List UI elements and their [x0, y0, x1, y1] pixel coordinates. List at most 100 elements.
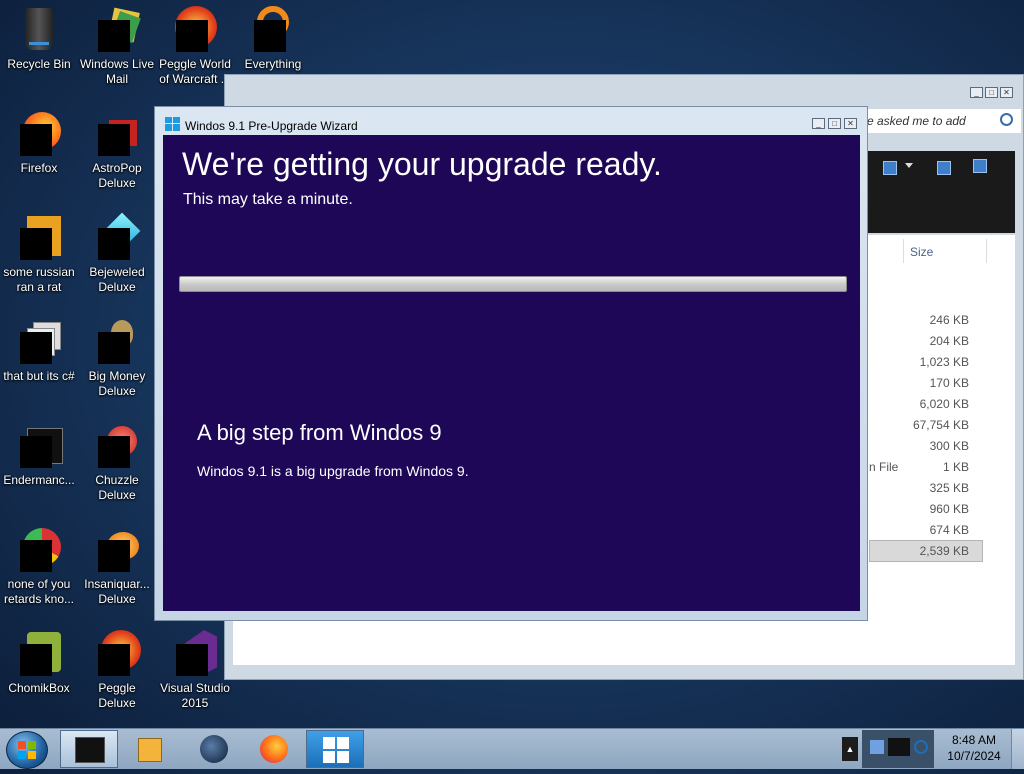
peggle-icon — [171, 6, 219, 54]
recycle-bin-icon — [15, 6, 63, 54]
window-title: Windos 9.1 Pre-Upgrade Wizard — [185, 119, 358, 133]
wizard-window-controls: _ □ ✕ — [812, 118, 857, 129]
desktop-icon-label: Chuzzle Deluxe — [95, 473, 139, 502]
globe-icon — [200, 735, 228, 763]
minimize-button[interactable]: _ — [970, 87, 983, 98]
desktop-icon-that-but-its-csharp[interactable]: that but its c# — [0, 318, 78, 384]
file-size: 6,020 KB — [919, 397, 969, 411]
firefox-icon — [260, 735, 288, 763]
firefox-icon — [15, 110, 63, 158]
column-header-size[interactable]: Size — [903, 239, 987, 263]
file-size: 325 KB — [929, 481, 969, 495]
close-button[interactable]: ✕ — [844, 118, 857, 129]
system-clock[interactable]: 8:48 AM 10/7/2024 — [940, 732, 1008, 764]
desktop-icon-peggle-wow[interactable]: Peggle World of Warcraft ... — [156, 6, 234, 87]
file-size: 960 KB — [929, 502, 969, 516]
money-bag-icon — [93, 318, 141, 366]
step-heading: A big step from Windos 9 — [197, 420, 442, 445]
desktop-icon-label: AstroPop Deluxe — [92, 161, 142, 190]
view-icon[interactable] — [883, 161, 897, 175]
progress-bar — [179, 276, 847, 292]
desktop-icon-recycle-bin[interactable]: Recycle Bin — [0, 6, 78, 72]
desktop-icon-astropop[interactable]: AstroPop Deluxe — [78, 110, 156, 191]
desktop-icon-firefox[interactable]: Firefox — [0, 110, 78, 176]
upgrade-wizard-window[interactable]: Windos 9.1 Pre-Upgrade Wizard _ □ ✕ We'r… — [154, 106, 868, 621]
desktop-icon-insaniquarium[interactable]: Insaniquar... Deluxe — [78, 526, 156, 607]
tray-app-icon[interactable] — [888, 738, 910, 756]
clock-time: 8:48 AM — [951, 733, 997, 747]
desktop-icon-visual-studio[interactable]: Visual Studio 2015 — [156, 630, 234, 711]
gem-icon — [93, 212, 141, 262]
network-icon[interactable] — [914, 740, 928, 754]
notification-area[interactable] — [862, 730, 934, 768]
windows-logo-icon — [18, 741, 36, 759]
desktop-icon-label: Big Money Deluxe — [88, 369, 146, 398]
tray-app-icon[interactable] — [870, 740, 884, 754]
desktop-icon-label: Peggle World of Warcraft ... — [159, 57, 231, 86]
desktop-icon-big-money[interactable]: Big Money Deluxe — [78, 318, 156, 399]
desktop-icon-windows-live-mail[interactable]: Windows Live Mail — [78, 6, 156, 87]
desktop-icon-label: Endermanc... — [3, 473, 75, 487]
desktop-icon-label: Insaniquar... Deluxe — [84, 577, 150, 606]
search-icon[interactable] — [1000, 113, 1013, 126]
windows-logo-icon — [323, 737, 349, 763]
desktop-icon-chuzzle[interactable]: Chuzzle Deluxe — [78, 422, 156, 503]
show-desktop-button[interactable] — [1011, 729, 1024, 769]
step-description: Windos 9.1 is a big upgrade from Windos … — [197, 463, 469, 479]
show-hidden-icons-button[interactable]: ▲ — [842, 737, 858, 761]
desktop-icon-everything[interactable]: Everything — [234, 6, 312, 72]
chuzzle-icon — [93, 422, 141, 470]
file-size: 170 KB — [929, 376, 969, 390]
taskbar-item-upgrade-wizard[interactable] — [306, 730, 364, 768]
desktop-icon-peggle-deluxe[interactable]: Peggle Deluxe — [78, 630, 156, 711]
desktop-icon-some-russian[interactable]: some russian ran a rat — [0, 214, 78, 295]
desktop-icon-label: Visual Studio 2015 — [160, 681, 230, 710]
peggle-icon — [93, 630, 141, 678]
clock-date: 10/7/2024 — [947, 749, 1001, 763]
page-title: We're getting your upgrade ready. — [182, 146, 662, 182]
search-text: e asked me to add — [867, 114, 966, 128]
start-button[interactable] — [6, 731, 48, 769]
app-icon — [75, 737, 105, 763]
document-stack-icon — [15, 318, 63, 366]
desktop-icon-none-of-you[interactable]: none of you retards kno... — [0, 526, 78, 607]
desktop-icon-label: Bejeweled Deluxe — [89, 265, 145, 294]
minimize-button[interactable]: _ — [812, 118, 825, 129]
desktop-icon-bejeweled[interactable]: Bejeweled Deluxe — [78, 212, 156, 295]
desktop-icon-endermanch[interactable]: Endermanc... — [0, 422, 78, 488]
chevron-down-icon[interactable] — [905, 163, 913, 168]
file-size: 1 KB — [942, 460, 969, 474]
file-size: 1,023 KB — [919, 355, 969, 369]
taskbar-item-firefox[interactable] — [244, 730, 302, 768]
desktop-icon-label: Peggle Deluxe — [98, 681, 136, 710]
taskbar-item-browser[interactable] — [184, 730, 242, 768]
desktop-icon-label: Everything — [244, 57, 302, 71]
fish-icon — [93, 526, 141, 574]
file-size: 674 KB — [929, 523, 969, 537]
desktop-icon-label: Firefox — [20, 161, 58, 175]
search-input[interactable]: e asked me to add — [861, 109, 1021, 133]
everything-icon — [249, 6, 297, 54]
taskbar: ▲ 8:48 AM 10/7/2024 — [0, 728, 1024, 769]
maximize-button[interactable]: □ — [828, 118, 841, 129]
desktop-icon-label: Recycle Bin — [7, 57, 71, 71]
blender-icon — [15, 214, 63, 262]
taskbar-item-explorer[interactable] — [60, 730, 118, 768]
windows-logo-icon — [165, 117, 180, 131]
desktop-icon-label: that but its c# — [3, 369, 75, 383]
desktop-icon-label: some russian ran a rat — [3, 265, 75, 294]
help-icon[interactable] — [973, 159, 987, 173]
file-size: 300 KB — [929, 439, 969, 453]
close-button[interactable]: ✕ — [1000, 87, 1013, 98]
page-subtitle: This may take a minute. — [183, 191, 353, 208]
desktop-icon-chomikbox[interactable]: ChomikBox — [0, 630, 78, 696]
file-size: 67,754 KB — [912, 418, 969, 432]
media-player-icon — [138, 738, 162, 762]
maximize-button[interactable]: □ — [985, 87, 998, 98]
taskbar-item-media-player[interactable] — [120, 730, 178, 768]
preview-pane-icon[interactable] — [937, 161, 951, 175]
mail-icon — [93, 6, 141, 54]
file-size: 246 KB — [929, 313, 969, 327]
visual-studio-icon — [171, 630, 219, 678]
terminal-icon — [15, 422, 63, 470]
